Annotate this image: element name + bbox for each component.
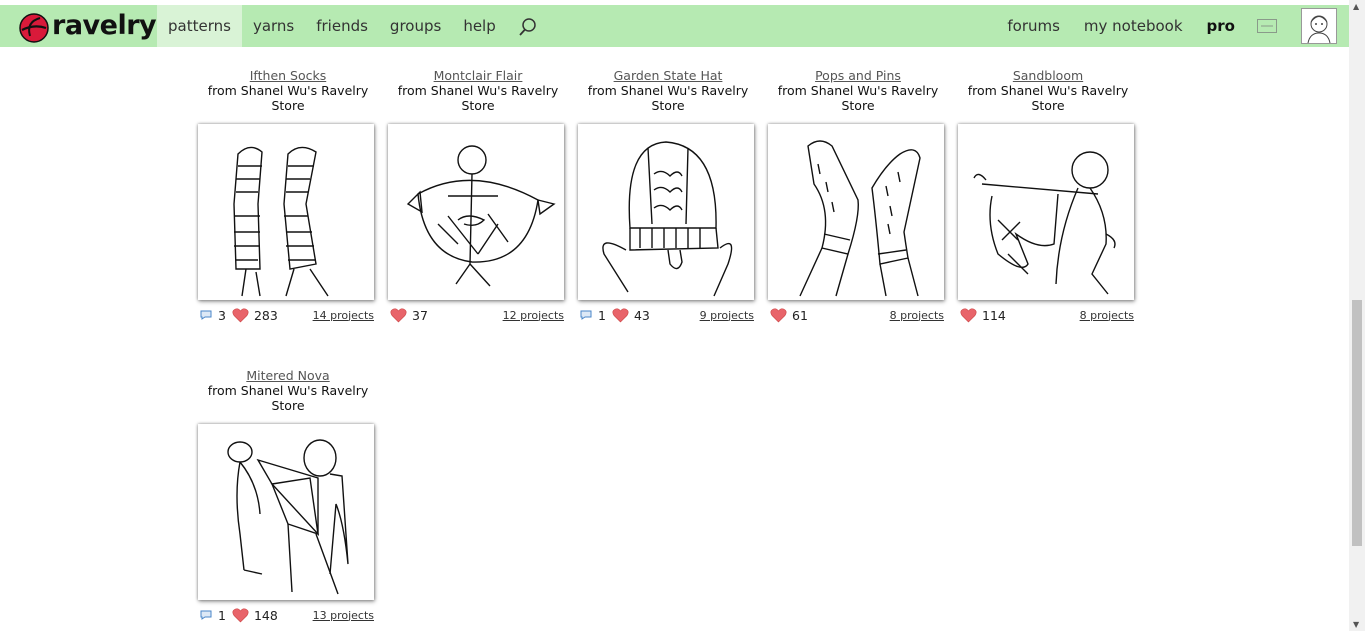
pattern-card: Sandbloom from Shanel Wu's Ravelry Store… xyxy=(958,68,1138,323)
pattern-stats: 1 43 9 projects xyxy=(580,307,754,323)
pattern-source: from Shanel Wu's Ravelry Store xyxy=(397,83,559,113)
main-nav: patterns yarns friends groups help xyxy=(157,5,549,47)
projects-link[interactable]: 8 projects xyxy=(890,309,944,322)
top-navigation-bar: ravelry patterns yarns friends groups he… xyxy=(0,5,1349,47)
pattern-card: Pops and Pins from Shanel Wu's Ravelry S… xyxy=(768,68,948,323)
pattern-source: from Shanel Wu's Ravelry Store xyxy=(587,83,749,113)
projects-link[interactable]: 9 projects xyxy=(700,309,754,322)
pattern-source: from Shanel Wu's Ravelry Store xyxy=(777,83,939,113)
pattern-stats: 1 148 13 projects xyxy=(200,607,374,623)
pattern-card: Garden State Hat from Shanel Wu's Ravelr… xyxy=(578,68,758,323)
nav-friends[interactable]: friends xyxy=(305,5,379,47)
pattern-source: from Shanel Wu's Ravelry Store xyxy=(207,383,369,413)
nav-pro[interactable]: pro xyxy=(1195,5,1247,47)
pattern-stats: 37 12 projects xyxy=(390,307,564,323)
favorite-count: 283 xyxy=(253,307,278,323)
secondary-nav: forums my notebook pro xyxy=(995,5,1349,47)
pattern-image[interactable] xyxy=(578,124,754,300)
favorite-count: 148 xyxy=(253,607,278,623)
scroll-down-arrow-icon[interactable]: ▼ xyxy=(1353,620,1359,629)
pattern-title-link[interactable]: Garden State Hat xyxy=(578,68,758,83)
pattern-card: Ifthen Socks from Shanel Wu's Ravelry St… xyxy=(198,68,378,323)
pattern-image[interactable] xyxy=(198,424,374,600)
heart-icon[interactable] xyxy=(612,307,629,323)
ravelry-logo-icon xyxy=(19,13,49,43)
pattern-stats: 61 8 projects xyxy=(770,307,944,323)
pattern-title-link[interactable]: Sandbloom xyxy=(958,68,1138,83)
pattern-title-link[interactable]: Ifthen Socks xyxy=(198,68,378,83)
nav-groups[interactable]: groups xyxy=(379,5,452,47)
favorite-count: 43 xyxy=(633,307,650,323)
pattern-source: from Shanel Wu's Ravelry Store xyxy=(967,83,1129,113)
pattern-title-link[interactable]: Mitered Nova xyxy=(198,368,378,383)
pattern-title-link[interactable]: Pops and Pins xyxy=(768,68,948,83)
nav-forums[interactable]: forums xyxy=(995,5,1072,47)
projects-link[interactable]: 13 projects xyxy=(313,609,374,622)
projects-link[interactable]: 14 projects xyxy=(313,309,374,322)
favorite-count: 37 xyxy=(412,307,428,323)
avatar[interactable] xyxy=(1301,8,1337,44)
scroll-up-arrow-icon[interactable]: ▲ xyxy=(1353,2,1359,11)
heart-icon[interactable] xyxy=(390,307,407,323)
pattern-stats: 114 8 projects xyxy=(960,307,1134,323)
comment-icon xyxy=(200,610,212,620)
nav-patterns[interactable]: patterns xyxy=(157,5,242,47)
heart-icon[interactable] xyxy=(770,307,787,323)
heart-icon[interactable] xyxy=(960,307,977,323)
pattern-image[interactable] xyxy=(198,124,374,300)
pattern-card: Montclair Flair from Shanel Wu's Ravelry… xyxy=(388,68,568,323)
search-icon[interactable] xyxy=(507,5,549,47)
comment-count: 1 xyxy=(598,307,606,323)
comment-count: 1 xyxy=(218,607,226,623)
favorite-count: 114 xyxy=(982,307,1006,323)
vertical-scrollbar[interactable]: ▲ ▼ xyxy=(1349,0,1365,631)
favorite-count: 61 xyxy=(792,307,808,323)
pattern-image[interactable] xyxy=(768,124,944,300)
heart-icon[interactable] xyxy=(232,307,249,323)
comment-icon xyxy=(200,310,212,320)
pattern-stats: 3 283 14 projects xyxy=(200,307,374,323)
comment-icon xyxy=(580,310,592,320)
projects-link[interactable]: 12 projects xyxy=(503,309,564,322)
nav-help[interactable]: help xyxy=(452,5,506,47)
nav-yarns[interactable]: yarns xyxy=(242,5,305,47)
comment-count: 3 xyxy=(218,307,226,323)
pattern-card: Mitered Nova from Shanel Wu's Ravelry St… xyxy=(198,368,378,623)
pattern-source: from Shanel Wu's Ravelry Store xyxy=(207,83,369,113)
ravelry-logo[interactable]: ravelry xyxy=(16,9,157,45)
scrollbar-thumb[interactable] xyxy=(1352,300,1362,546)
pattern-title-link[interactable]: Montclair Flair xyxy=(388,68,568,83)
pattern-image[interactable] xyxy=(958,124,1134,300)
projects-link[interactable]: 8 projects xyxy=(1080,309,1134,322)
nav-my-notebook[interactable]: my notebook xyxy=(1072,5,1195,47)
mail-icon[interactable] xyxy=(1257,19,1277,33)
heart-icon[interactable] xyxy=(232,607,249,623)
pattern-image[interactable] xyxy=(388,124,564,300)
logo-text: ravelry xyxy=(52,9,157,41)
